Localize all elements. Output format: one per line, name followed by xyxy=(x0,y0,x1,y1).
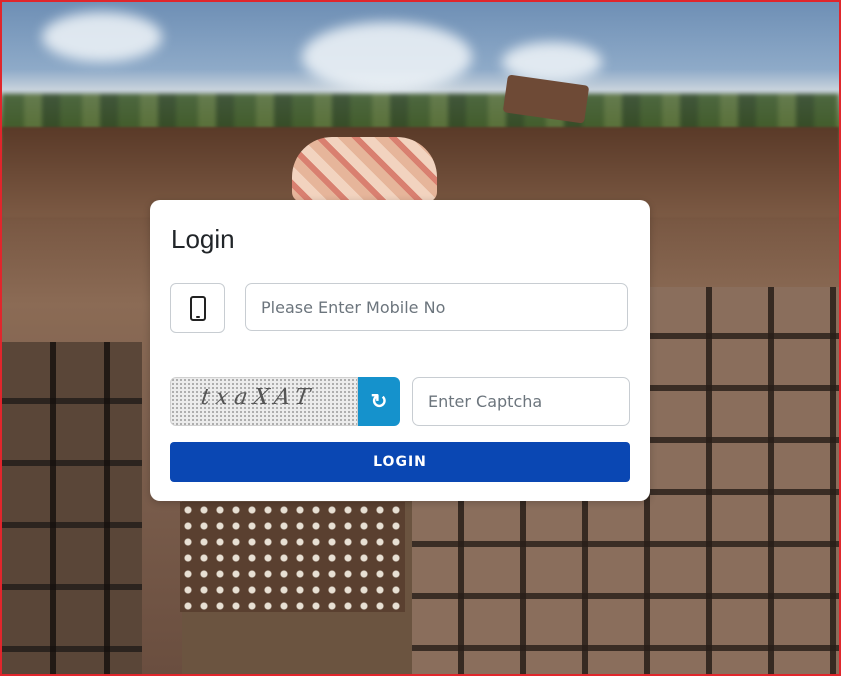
mobile-number-input[interactable] xyxy=(245,283,628,331)
page-frame: Login txaXAT ↻ LOGIN xyxy=(0,0,841,676)
mobile-icon-box xyxy=(170,283,225,333)
captcha-input[interactable] xyxy=(412,377,630,426)
worker-cloth xyxy=(180,502,405,612)
cloud xyxy=(42,12,162,62)
captcha-text: txaXAT xyxy=(199,385,318,410)
login-title: Login xyxy=(171,224,235,254)
mobile-phone-icon xyxy=(189,295,206,321)
refresh-icon: ↻ xyxy=(370,391,388,413)
cloud xyxy=(302,22,472,92)
login-button[interactable]: LOGIN xyxy=(170,442,630,482)
login-card: Login txaXAT ↻ LOGIN xyxy=(150,200,650,501)
captcha-image: txaXAT xyxy=(170,377,358,426)
brick-stack-left xyxy=(2,342,142,674)
refresh-captcha-button[interactable]: ↻ xyxy=(358,377,400,426)
worker-head-wrap xyxy=(292,137,437,202)
